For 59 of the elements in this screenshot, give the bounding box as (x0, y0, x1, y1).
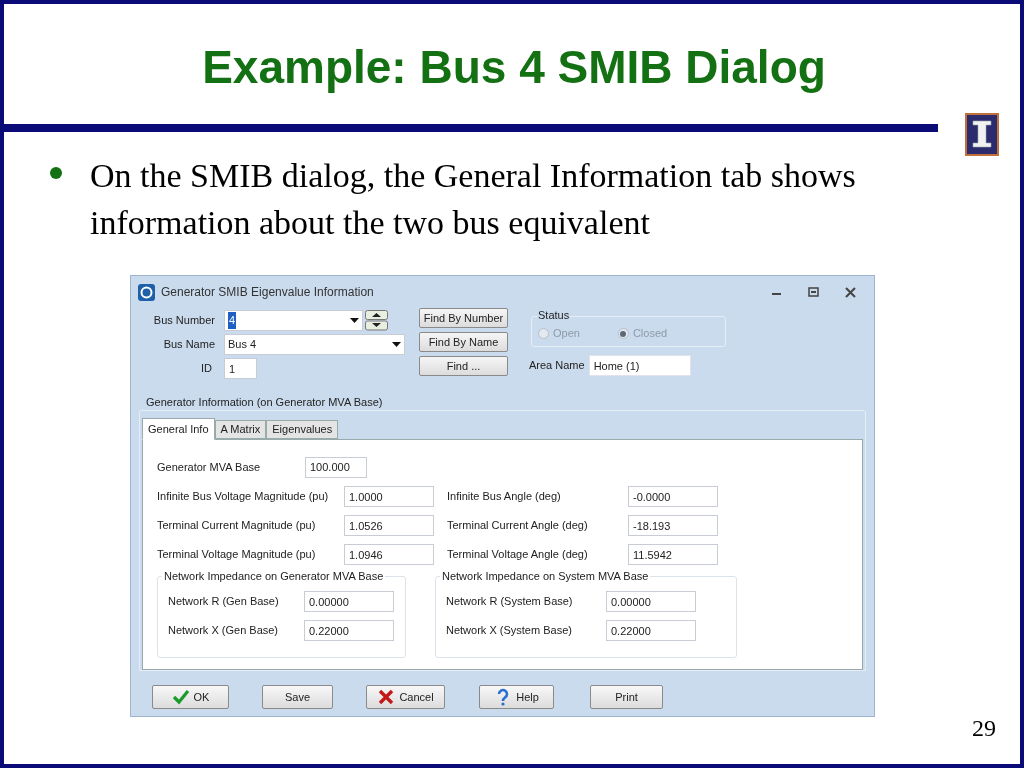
dropdown-icon[interactable] (392, 342, 401, 347)
value-field[interactable]: -18.193 (628, 515, 718, 536)
find-button[interactable]: Find By Number (419, 308, 508, 328)
bus-number-field[interactable]: 4 (224, 310, 363, 331)
page-number: 29 (972, 714, 996, 743)
area-name-field[interactable]: Home (1) (588, 355, 691, 376)
field-label: Network X (System Base) (446, 623, 573, 639)
spin-button[interactable] (365, 310, 388, 331)
bus-name-field[interactable]: Bus 4 (224, 334, 405, 355)
tab[interactable]: Eigenvalues (266, 420, 339, 439)
field-label: Terminal Voltage Angle (deg) (447, 547, 589, 563)
field-label: Bus Name (162, 337, 215, 352)
tab[interactable]: General Info (142, 418, 215, 440)
field-label: Terminal Current Angle (deg) (447, 518, 589, 534)
find-button[interactable]: Find By Name (419, 332, 508, 352)
value-field[interactable]: 0.00000 (304, 591, 394, 612)
window-title: Generator SMIB Eigenvalue Information (161, 284, 375, 301)
field-value: 4 (228, 312, 237, 329)
field-value: Bus 4 (228, 337, 257, 353)
field-label: ID (200, 361, 213, 376)
group-label: Network Impedance on System MVA Base (440, 569, 651, 583)
bullet-text: On the SMIB dialog, the General Information tab shows information about the two bus equivalent (90, 156, 857, 243)
dialog-button[interactable]: Print (590, 685, 663, 709)
dialog-button[interactable]: OK (152, 685, 229, 709)
dialog-button[interactable]: Help (479, 685, 554, 709)
group-label: Generator Information (on Generator MVA Base) (145, 395, 384, 410)
group-label: Network Impedance on Generator MVA Base (162, 569, 386, 583)
dialog-button[interactable]: Save (262, 685, 333, 709)
bullet-icon (50, 167, 62, 179)
logo-icon (965, 113, 999, 156)
field-label: Network R (Gen Base) (168, 594, 280, 610)
value-field[interactable]: 0.22000 (304, 620, 394, 641)
value-field[interactable]: -0.0000 (628, 486, 718, 507)
field-label: Generator MVA Base (157, 459, 262, 475)
field-label: Area Name (529, 358, 585, 374)
value-field[interactable]: 0.00000 (606, 591, 696, 612)
field-label: Infinite Bus Voltage Magnitude (pu) (157, 489, 330, 505)
maximize-icon[interactable] (807, 285, 820, 299)
close-icon[interactable] (844, 285, 857, 299)
field-label: Network X (Gen Base) (168, 623, 280, 639)
find-button[interactable]: Find ... (419, 356, 508, 376)
field-label: Infinite Bus Angle (deg) (447, 489, 562, 505)
field-label: Network R (System Base) (446, 594, 574, 610)
mva-base-field[interactable]: 100.000 (305, 456, 367, 478)
tab[interactable]: A Matrix (214, 420, 267, 439)
id-field[interactable]: 1 (224, 358, 257, 379)
value-field[interactable]: 1.0526 (344, 515, 434, 536)
dropdown-icon[interactable] (350, 318, 359, 323)
value-field[interactable]: 0.22000 (606, 620, 696, 641)
dialog-button[interactable]: Cancel (366, 685, 445, 709)
field-label: Terminal Current Magnitude (pu) (157, 518, 317, 534)
cross-icon (377, 688, 396, 706)
field-label: Terminal Voltage Magnitude (pu) (157, 547, 317, 563)
value-field[interactable]: 1.0000 (344, 486, 434, 507)
field-label: Bus Number (152, 313, 215, 328)
value-field[interactable]: 1.0946 (344, 544, 434, 565)
check-icon (171, 688, 190, 706)
value-field[interactable]: 11.5942 (628, 544, 718, 565)
app-icon (138, 283, 155, 301)
